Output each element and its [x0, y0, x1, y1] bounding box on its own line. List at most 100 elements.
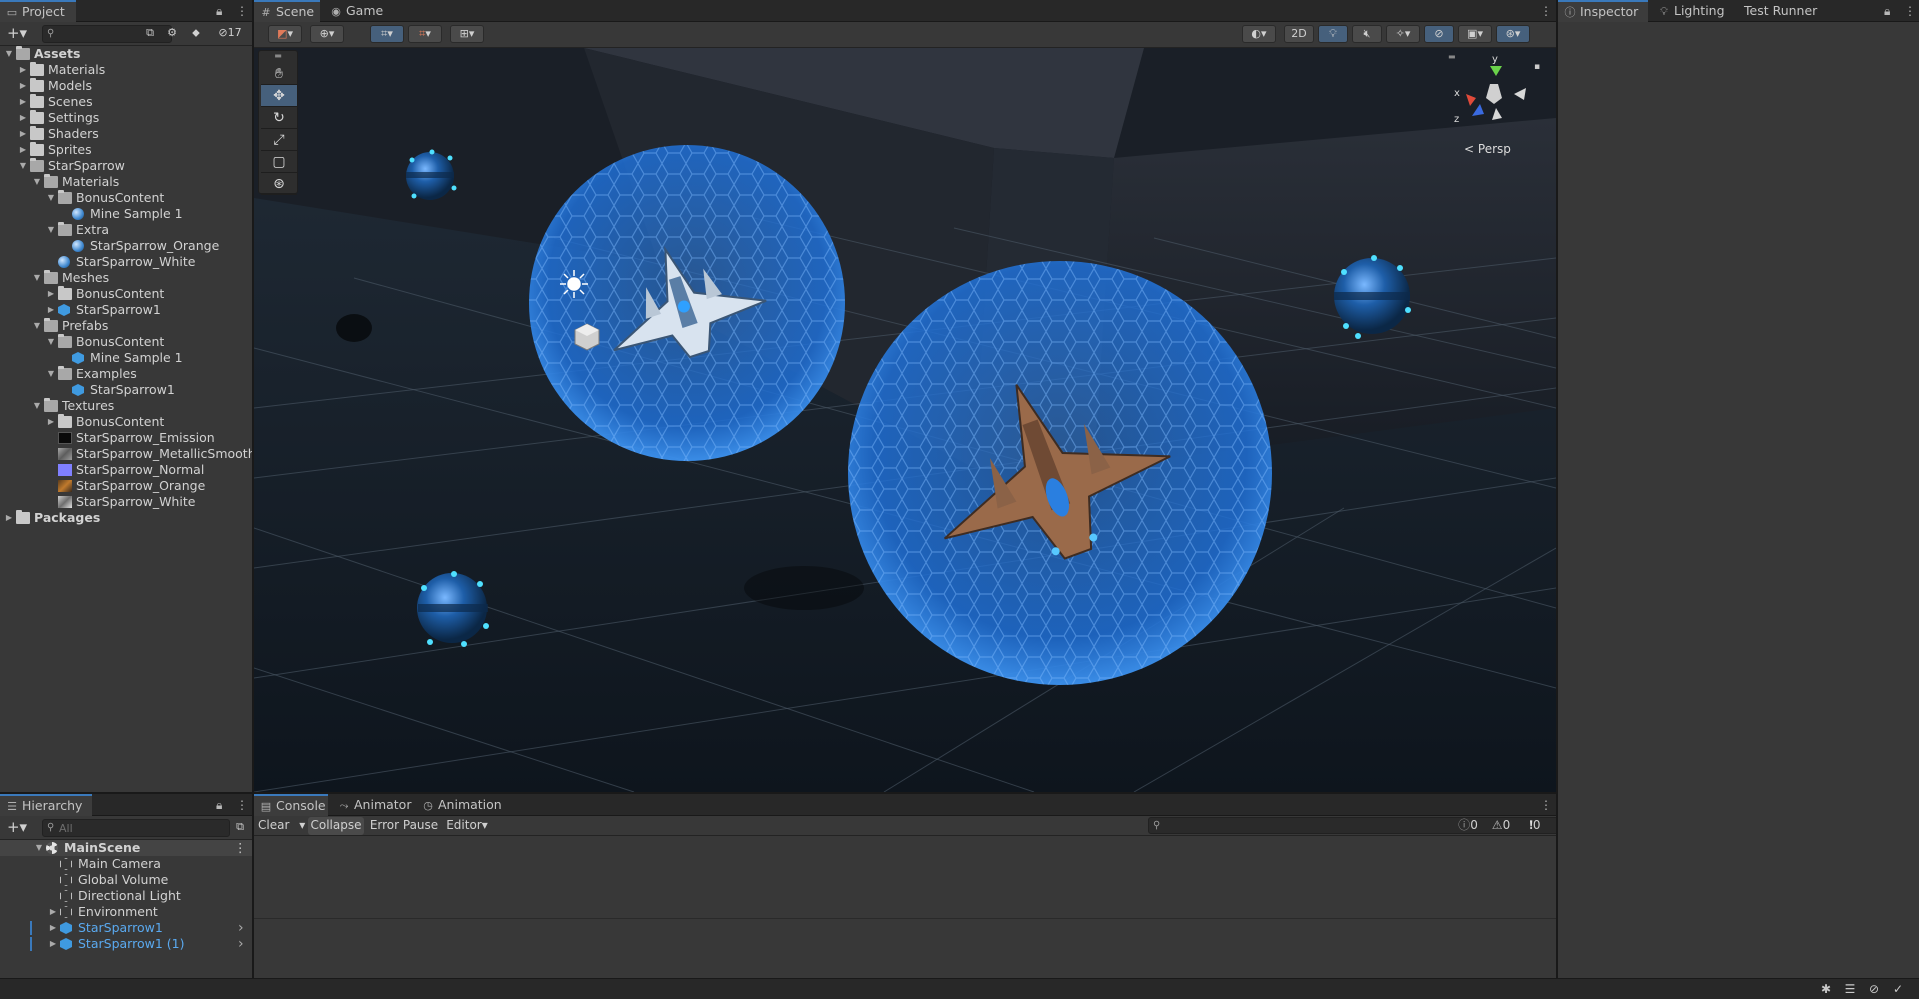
tree-item-global-volume[interactable]: Global Volume [0, 872, 252, 888]
caret-right-icon[interactable]: ▶ [46, 414, 56, 430]
scene-visibility-toggle[interactable]: ⊘ [1424, 25, 1454, 43]
console-log-area[interactable] [254, 837, 1556, 919]
tree-item-starsparrow-materials-folder[interactable]: ▼ Materials [0, 174, 252, 190]
tree-item-starsparrow1-mesh[interactable]: ▶ StarSparrow1 [0, 302, 252, 318]
tree-item-orange-texture[interactable]: StarSparrow_Orange [0, 478, 252, 494]
projection-toggle[interactable]: < Persp [1464, 142, 1511, 156]
lock-icon[interactable]: 🔒︎ [216, 0, 222, 22]
tab-animator[interactable]: ⤳ Animator [332, 794, 414, 816]
more-menu-icon[interactable]: ⋮ [236, 0, 248, 22]
lock-icon[interactable]: 🔒︎ [1884, 0, 1890, 22]
lock-icon[interactable]: ▪ [1534, 62, 1540, 72]
more-menu-icon[interactable]: ⋮ [236, 794, 248, 816]
more-menu-icon[interactable]: ⋮ [234, 840, 247, 856]
more-menu-icon[interactable]: ⋮ [1904, 0, 1916, 22]
rotate-tool-button[interactable]: ↻ [261, 107, 297, 129]
caret-right-icon[interactable]: ▶ [46, 286, 56, 302]
tree-item-scenes-folder[interactable]: ▶ Scenes [0, 94, 252, 110]
overlay-handle[interactable]: ▬ [259, 51, 297, 61]
gizmos-dropdown[interactable]: ⊛▾ [1496, 25, 1530, 43]
tree-item-meshes-folder[interactable]: ▼ Meshes [0, 270, 252, 286]
toggle-2d-button[interactable]: 2D [1284, 25, 1314, 43]
editor-dropdown[interactable]: Editor▾ [442, 817, 492, 835]
progress-check-icon[interactable]: ✓ [1890, 982, 1906, 996]
auto-generate-lighting-icon[interactable]: ⊘ [1866, 982, 1882, 996]
tab-scene[interactable]: # Scene [254, 0, 320, 22]
caret-down-icon[interactable]: ▼ [46, 190, 56, 206]
filter-type-icon[interactable]: ⚙ [164, 25, 180, 43]
bug-icon[interactable]: ✱ [1818, 982, 1834, 996]
rect-tool-button[interactable]: ▢ [261, 151, 297, 173]
tree-item-starsparrow-orange-material[interactable]: StarSparrow_Orange [0, 238, 252, 254]
chevron-right-icon[interactable]: › [238, 936, 244, 952]
caret-right-icon[interactable]: ▶ [18, 110, 28, 126]
caret-down-icon[interactable]: ▼ [18, 158, 28, 174]
tree-item-examples-folder[interactable]: ▼ Examples [0, 366, 252, 382]
chevron-right-icon[interactable]: › [238, 920, 244, 936]
caret-down-icon[interactable]: ▼ [46, 334, 56, 350]
tab-inspector[interactable]: ⓘ Inspector [1558, 0, 1648, 22]
tree-item-assets-folder[interactable]: ▼ Assets [0, 46, 252, 62]
add-asset-button[interactable]: +▾ [4, 25, 30, 43]
move-tool-button[interactable]: ✥ [261, 85, 297, 107]
grid-toggle[interactable]: ⌗▾ [370, 25, 404, 43]
caret-down-icon[interactable]: ▼ [32, 270, 42, 286]
tree-item-white-texture[interactable]: StarSparrow_White [0, 494, 252, 510]
caret-right-icon[interactable]: ▶ [48, 920, 58, 936]
caret-down-icon[interactable]: ▼ [32, 398, 42, 414]
lock-icon[interactable]: 🔒︎ [216, 794, 222, 816]
tree-item-bonuscontent-folder[interactable]: ▼ BonusContent [0, 190, 252, 206]
tree-item-prefabs-bonuscontent-folder[interactable]: ▼ BonusContent [0, 334, 252, 350]
tab-lighting[interactable]: 💡︎ Lighting [1652, 0, 1734, 22]
tree-item-textures-folder[interactable]: ▼ Textures [0, 398, 252, 414]
caret-right-icon[interactable]: ▶ [48, 904, 58, 920]
tree-item-textures-bonuscontent-folder[interactable]: ▶ BonusContent [0, 414, 252, 430]
hidden-packages-toggle[interactable]: ⊘17 [212, 25, 248, 43]
tree-item-starsparrow-white-material[interactable]: StarSparrow_White [0, 254, 252, 270]
tree-item-main-camera[interactable]: Main Camera [0, 856, 252, 872]
tree-item-emission-texture[interactable]: StarSparrow_Emission [0, 430, 252, 446]
clear-button[interactable]: Clear ▾ [256, 817, 306, 835]
tree-item-prefabs-folder[interactable]: ▼ Prefabs [0, 318, 252, 334]
tree-item-starsparrow-folder[interactable]: ▼ StarSparrow [0, 158, 252, 174]
info-count-toggle[interactable]: ⓘ0 [1454, 817, 1482, 835]
caret-down-icon[interactable]: ▼ [4, 46, 14, 62]
tree-item-mine-sample-material[interactable]: Mine Sample 1 [0, 206, 252, 222]
tree-item-meshes-bonuscontent-folder[interactable]: ▶ BonusContent [0, 286, 252, 302]
search-mode-icon[interactable]: ⧉ [232, 819, 248, 837]
caret-down-icon[interactable]: ▼ [46, 222, 56, 238]
caret-right-icon[interactable]: ▶ [18, 78, 28, 94]
increment-snap-dropdown[interactable]: ⊞▾ [450, 25, 484, 43]
draw-mode-dropdown[interactable]: ◩▾ [268, 25, 302, 43]
lighting-toggle[interactable]: 💡︎ [1318, 25, 1348, 43]
tree-item-environment[interactable]: ▶ Environment [0, 904, 252, 920]
tab-test-runner[interactable]: Test Runner [1738, 0, 1834, 22]
more-menu-icon[interactable]: ⋮ [1540, 794, 1552, 816]
search-by-type-icon[interactable]: ⧉ [142, 25, 158, 43]
tree-item-packages-folder[interactable]: ▶ Packages [0, 510, 252, 526]
tree-item-sprites-folder[interactable]: ▶ Sprites [0, 142, 252, 158]
caret-down-icon[interactable]: ▼ [46, 366, 56, 382]
caret-down-icon[interactable]: ▼ [32, 318, 42, 334]
scene-viewport[interactable]: ▬ ✋︎ ✥ ↻ ⤢ ▢ ⊛ ▬ ▪ y x z < Persp [254, 48, 1556, 792]
console-detail-area[interactable] [254, 920, 1556, 978]
caret-right-icon[interactable]: ▶ [18, 126, 28, 142]
orientation-gizmo[interactable]: ▬ ▪ y x z < Persp [1448, 52, 1544, 156]
tab-animation[interactable]: ◷ Animation [416, 794, 510, 816]
caret-right-icon[interactable]: ▶ [46, 302, 56, 318]
caret-right-icon[interactable]: ▶ [18, 62, 28, 78]
scene-render[interactable] [254, 48, 1556, 792]
tree-item-directional-light[interactable]: Directional Light [0, 888, 252, 904]
tree-item-settings-folder[interactable]: ▶ Settings [0, 110, 252, 126]
shading-mode-dropdown[interactable]: ◐▾ [1242, 25, 1276, 43]
caret-right-icon[interactable]: ▶ [4, 510, 14, 526]
tree-item-starsparrow1-copy[interactable]: ▶ StarSparrow1 (1) › [0, 936, 252, 952]
caret-right-icon[interactable]: ▶ [18, 94, 28, 110]
tab-project[interactable]: ▭ Project [0, 0, 76, 22]
transform-tool-button[interactable]: ⊛ [261, 173, 297, 195]
tree-item-shaders-folder[interactable]: ▶ Shaders [0, 126, 252, 142]
more-menu-icon[interactable]: ⋮ [1540, 0, 1552, 22]
pivot-global-dropdown[interactable]: ⊕▾ [310, 25, 344, 43]
collapse-toggle[interactable]: Collapse [308, 817, 364, 835]
caret-right-icon[interactable]: ▶ [48, 936, 58, 952]
